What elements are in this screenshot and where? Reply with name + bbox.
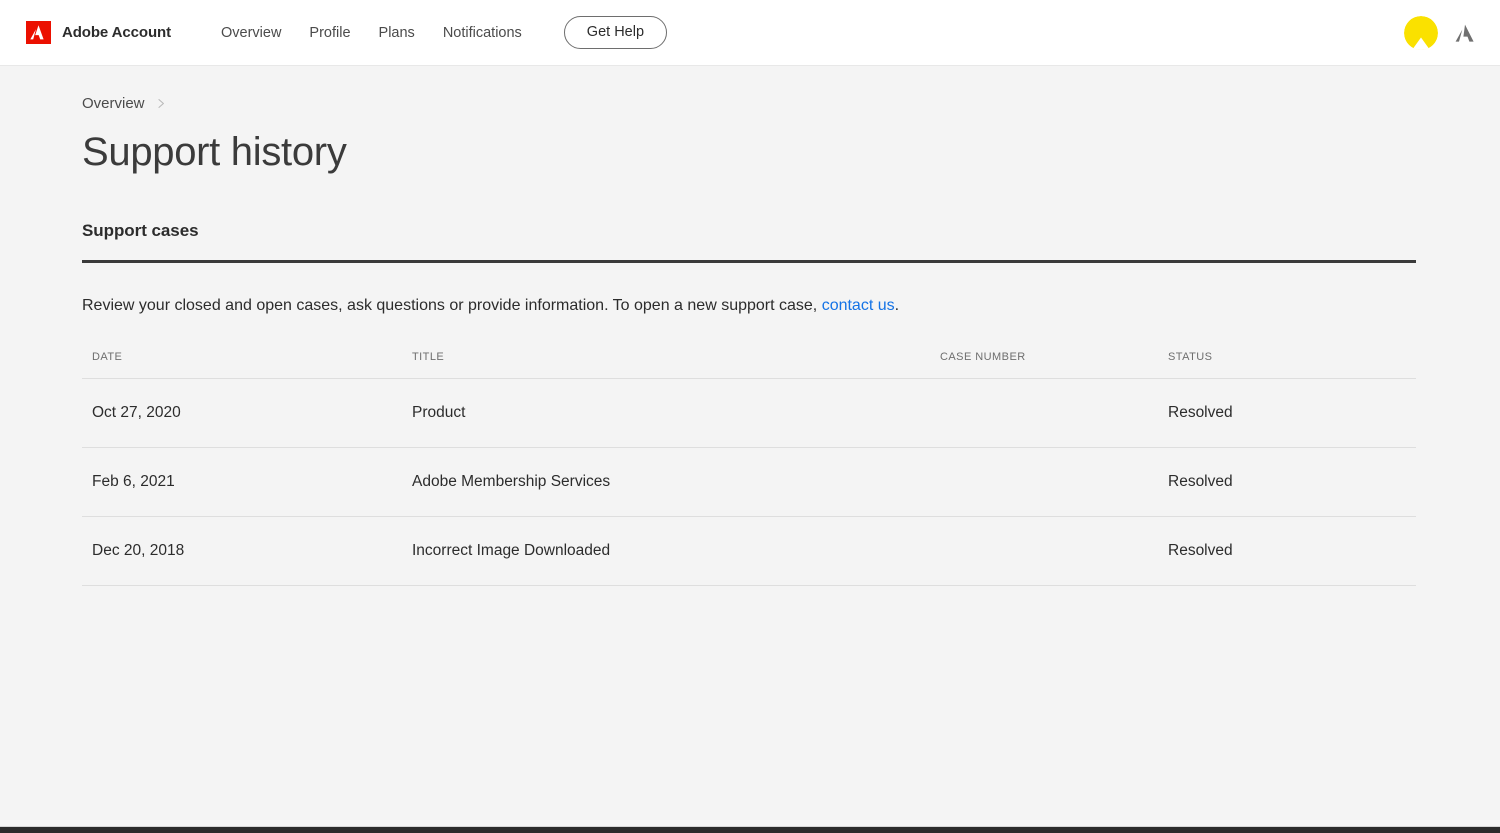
- cell-case-number: [940, 378, 1168, 449]
- cell-status: Resolved: [1168, 516, 1416, 587]
- support-cases-table: DATE TITLE CASE NUMBER STATUS Oct 27, 20…: [82, 351, 1416, 587]
- column-header-case-number[interactable]: CASE NUMBER: [940, 351, 1168, 380]
- contact-us-link[interactable]: contact us: [822, 297, 895, 314]
- table-body: Oct 27, 2020 Product Resolved Feb 6, 202…: [82, 378, 1416, 587]
- footer-bar: [0, 826, 1500, 833]
- brand-block[interactable]: Adobe Account: [26, 21, 171, 44]
- section-divider: [82, 260, 1416, 263]
- breadcrumb: Overview: [82, 66, 1416, 112]
- table-header-row: DATE TITLE CASE NUMBER STATUS: [82, 351, 1416, 380]
- app-page: Adobe Account Overview Profile Plans Not…: [0, 0, 1500, 833]
- cell-date: Dec 20, 2018: [82, 516, 412, 587]
- header-right-controls: [1404, 15, 1482, 50]
- table-header: DATE TITLE CASE NUMBER STATUS: [82, 351, 1416, 380]
- primary-nav: Overview Profile Plans Notifications: [207, 19, 536, 47]
- cell-title: Incorrect Image Downloaded: [412, 516, 940, 587]
- support-cases-description: Review your closed and open cases, ask q…: [82, 295, 1416, 317]
- cell-date: Oct 27, 2020: [82, 378, 412, 449]
- section-heading-support-cases: Support cases: [82, 221, 199, 240]
- column-header-title[interactable]: TITLE: [412, 351, 940, 380]
- user-avatar-icon[interactable]: [1404, 15, 1438, 50]
- chevron-right-icon: [157, 99, 166, 108]
- breadcrumb-item-overview[interactable]: Overview: [82, 95, 145, 112]
- cell-case-number: [940, 516, 1168, 587]
- cell-title: Product: [412, 378, 940, 449]
- global-header: Adobe Account Overview Profile Plans Not…: [0, 0, 1500, 66]
- main-content: Overview Support history Support cases R…: [0, 66, 1500, 826]
- description-text-after: .: [894, 297, 900, 314]
- column-header-date[interactable]: DATE: [82, 351, 412, 380]
- cell-date: Feb 6, 2021: [82, 447, 412, 518]
- brand-name: Adobe Account: [62, 24, 171, 41]
- page-title: Support history: [82, 130, 347, 174]
- nav-item-notifications[interactable]: Notifications: [429, 19, 536, 47]
- table-row[interactable]: Dec 20, 2018 Incorrect Image Downloaded …: [82, 516, 1416, 587]
- cell-case-number: [940, 447, 1168, 518]
- nav-item-plans[interactable]: Plans: [365, 19, 429, 47]
- column-header-status[interactable]: STATUS: [1168, 351, 1416, 380]
- description-text-before: Review your closed and open cases, ask q…: [82, 297, 822, 314]
- adobe-app-switcher-icon[interactable]: [1454, 23, 1476, 43]
- table-row[interactable]: Feb 6, 2021 Adobe Membership Services Re…: [82, 447, 1416, 518]
- cell-status: Resolved: [1168, 378, 1416, 449]
- adobe-logo-icon: [26, 21, 51, 44]
- table-row[interactable]: Oct 27, 2020 Product Resolved: [82, 378, 1416, 449]
- content-inner: Overview Support history Support cases R…: [82, 66, 1416, 587]
- nav-item-overview[interactable]: Overview: [207, 19, 295, 47]
- nav-item-profile[interactable]: Profile: [295, 19, 364, 47]
- cell-status: Resolved: [1168, 447, 1416, 518]
- get-help-button[interactable]: Get Help: [563, 15, 668, 50]
- cell-title: Adobe Membership Services: [412, 447, 940, 518]
